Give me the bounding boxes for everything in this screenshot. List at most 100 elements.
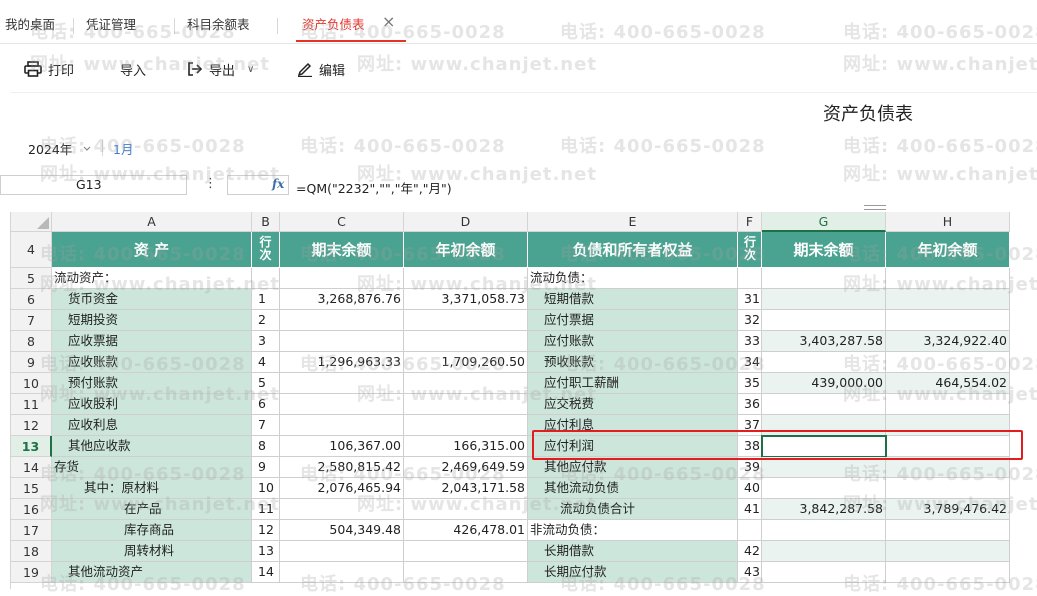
print-button[interactable]: 打印 [24,58,74,80]
table-cell-b[interactable]: 12 [252,520,280,541]
table-cell-b[interactable]: 11 [252,499,280,520]
import-button[interactable]: 导入 [120,58,146,80]
table-cell-h[interactable] [886,457,1010,478]
table-cell-a[interactable]: 应收股利 [52,394,252,415]
row-header-6[interactable]: 6 [11,289,52,310]
table-cell-b[interactable]: 9 [252,457,280,478]
table-cell-c[interactable] [280,541,404,562]
table-cell-e[interactable]: 应付职工薪酬 [528,373,738,394]
table-cell-d[interactable] [404,562,528,583]
table-cell-b[interactable]: 6 [252,394,280,415]
table-cell-h[interactable]: 464,554.02 [886,373,1010,394]
table-cell-e[interactable]: 长期应付款 [528,562,738,583]
table-cell-d[interactable] [404,310,528,331]
table-cell-h[interactable] [886,289,1010,310]
table-cell-h[interactable] [886,352,1010,373]
table-cell-b[interactable]: 14 [252,562,280,583]
table-cell-c[interactable] [280,373,404,394]
table-cell-f[interactable] [738,520,762,541]
table-cell-c[interactable] [280,415,404,436]
table-cell-d[interactable] [404,415,528,436]
row-header-12[interactable]: 12 [11,415,52,436]
table-cell-e[interactable]: 其他应付款 [528,457,738,478]
table-cell-b[interactable]: 5 [252,373,280,394]
table-cell-f[interactable]: 35 [738,373,762,394]
table-cell-a[interactable]: 应收利息 [52,415,252,436]
row-header-16[interactable]: 16 [11,499,52,520]
row-header-7[interactable]: 7 [11,310,52,331]
formula-input[interactable]: =QM("2232","","年","月") [296,178,452,197]
resize-handle[interactable] [864,205,886,210]
table-cell-d[interactable]: 3,371,058.73 [404,289,528,310]
table-cell-f[interactable]: 39 [738,457,762,478]
table-cell-h[interactable] [886,520,1010,541]
table-cell-g[interactable] [762,541,886,562]
tab-voucher-management[interactable]: 凭证管理 [86,14,136,42]
row-header-10[interactable]: 10 [11,373,52,394]
table-cell-d[interactable] [404,373,528,394]
table-cell-h[interactable] [886,268,1010,289]
table-cell-a[interactable]: 货币资金 [52,289,252,310]
row-header-4[interactable]: 4 [11,232,52,268]
table-cell-g[interactable]: 439,000.00 [762,373,886,394]
table-cell-f[interactable]: 42 [738,541,762,562]
tab-account-balance[interactable]: 科目余额表 [187,14,250,42]
table-cell-d[interactable]: 2,469,649.59 [404,457,528,478]
table-cell-h[interactable] [886,478,1010,499]
table-cell-e[interactable]: 应付账款 [528,331,738,352]
table-cell-e[interactable]: 应付票据 [528,310,738,331]
fx-icon[interactable]: fx [272,177,284,191]
table-cell-a[interactable]: 库存商品 [52,520,252,541]
table-cell-b[interactable] [252,268,280,289]
chevron-down-icon[interactable]: ∨ [247,64,254,75]
table-cell-b[interactable]: 8 [252,436,280,457]
row-header-11[interactable]: 11 [11,394,52,415]
table-cell-g[interactable] [762,289,886,310]
column-header-e[interactable]: E [528,212,738,232]
table-cell-h[interactable] [886,394,1010,415]
table-cell-c[interactable]: 2,076,465.94 [280,478,404,499]
spreadsheet-grid[interactable]: ABCDEFGH4资 产行次 期末余额 年初余额 负债和所有者权益 行次 期末余额 年初余额… [10,212,1037,589]
table-cell-c[interactable]: 2,580,815.42 [280,457,404,478]
table-cell-g[interactable] [762,394,886,415]
row-header-15[interactable]: 15 [11,478,52,499]
row-header-13[interactable]: 13 [11,436,52,457]
table-cell-c[interactable] [280,268,404,289]
table-cell-a[interactable]: 流动资产： [52,268,252,289]
column-header-d[interactable]: D [404,212,528,232]
table-cell-a[interactable]: 存货 [52,457,252,478]
table-cell-c[interactable]: 106,367.00 [280,436,404,457]
table-cell-g[interactable] [762,310,886,331]
table-cell-c[interactable]: 504,349.48 [280,520,404,541]
table-cell-b[interactable]: 7 [252,415,280,436]
table-cell-f[interactable]: 41 [738,499,762,520]
table-cell-b[interactable]: 2 [252,310,280,331]
table-cell-a[interactable]: 应收票据 [52,331,252,352]
table-cell-g[interactable] [762,352,886,373]
table-cell-e[interactable]: 其他流动负债 [528,478,738,499]
table-cell-a[interactable]: 其中：原材料 [52,478,252,499]
column-header-g[interactable]: G [762,212,886,232]
year-select[interactable]: 2024年 [28,139,92,158]
row-header-18[interactable]: 18 [11,541,52,562]
column-header-c[interactable]: C [280,212,404,232]
table-cell-g[interactable] [762,457,886,478]
table-cell-h[interactable] [886,562,1010,583]
edit-button[interactable]: 编辑 [297,58,345,80]
row-header-9[interactable]: 9 [11,352,52,373]
table-cell-d[interactable]: 166,315.00 [404,436,528,457]
table-cell-a[interactable]: 周转材料 [52,541,252,562]
table-cell-e[interactable]: 应交税费 [528,394,738,415]
column-header-h[interactable]: H [886,212,1010,232]
table-cell-h[interactable]: 3,789,476.42 [886,499,1010,520]
table-cell-d[interactable] [404,331,528,352]
table-cell-h[interactable] [886,541,1010,562]
table-cell-d[interactable] [404,268,528,289]
row-header-8[interactable]: 8 [11,331,52,352]
table-cell-c[interactable]: 1,296,963.33 [280,352,404,373]
row-header-14[interactable]: 14 [11,457,52,478]
close-icon[interactable]: × [382,12,395,31]
row-header-19[interactable]: 19 [11,562,52,583]
tab-desktop[interactable]: 我的桌面 [5,14,55,42]
cell-reference-box[interactable]: G13 [0,175,187,195]
